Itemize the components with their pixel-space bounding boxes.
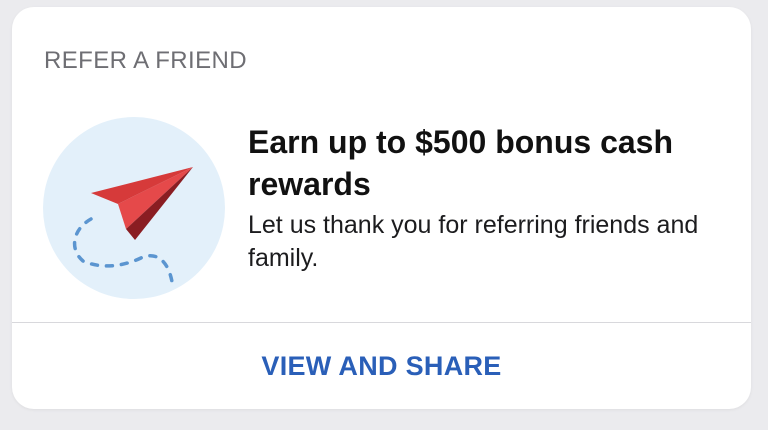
refer-a-friend-card: REFER A FRIEND Earn up to $500 bonus cas… [12, 7, 751, 409]
promo-text: Earn up to $500 bonus cash rewards Let u… [248, 121, 738, 275]
view-and-share-button[interactable]: VIEW AND SHARE [12, 323, 751, 409]
paper-plane-icon [43, 117, 225, 299]
view-and-share-label: VIEW AND SHARE [261, 350, 502, 381]
promo-headline: Earn up to $500 bonus cash rewards [248, 124, 673, 202]
section-label: REFER A FRIEND [44, 47, 247, 74]
promo-description: Let us thank you for referring friends a… [248, 211, 699, 272]
